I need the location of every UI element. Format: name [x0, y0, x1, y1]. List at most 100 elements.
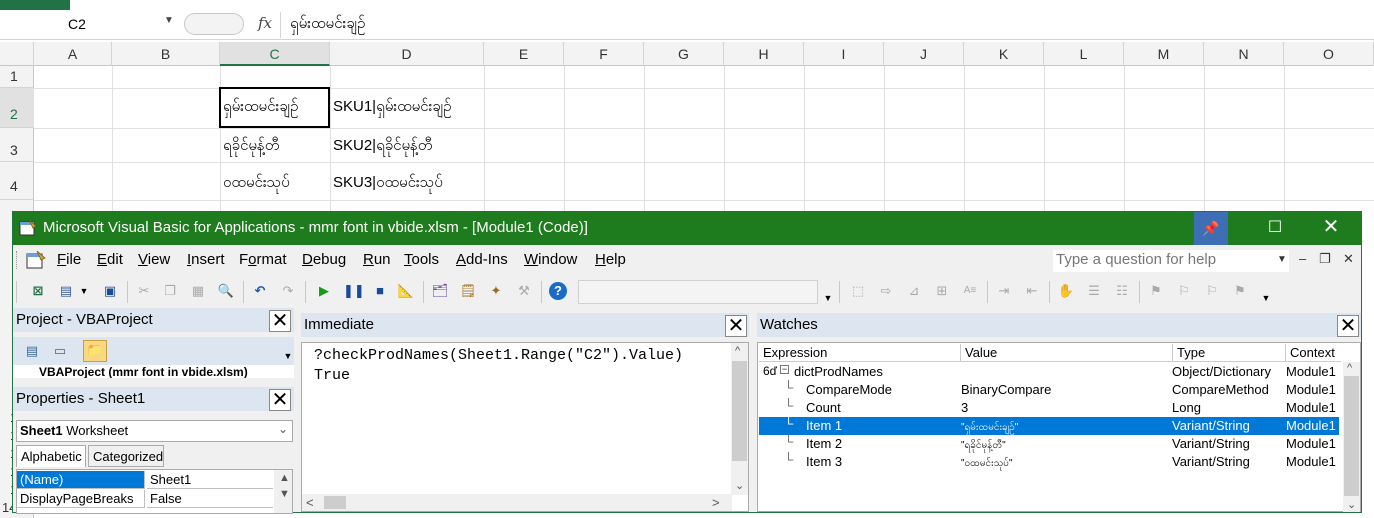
menu-run[interactable]: Run: [363, 251, 391, 268]
column-type[interactable]: Type: [1173, 344, 1286, 362]
watch-row[interactable]: └ Item 3 "ဝထမင်းသုပ်" Variant/String Mod…: [759, 452, 1339, 471]
quick-info-icon[interactable]: ⊿: [905, 282, 923, 300]
column-context[interactable]: Context: [1286, 344, 1346, 362]
formula-input[interactable]: ရှမ်းထမင်းချဉ်: [290, 14, 365, 36]
watches-vscrollbar[interactable]: ^ ⌄: [1343, 362, 1360, 512]
watch-row[interactable]: 6ď − dictProdNames Object/Dictionary Mod…: [759, 363, 1339, 381]
column-header[interactable]: A: [34, 42, 112, 66]
tab-categorized[interactable]: Categorized: [88, 445, 164, 467]
scroll-down-icon[interactable]: ⌄: [735, 479, 744, 492]
cell-c3[interactable]: ရခိုင်မုန့်တီ: [223, 136, 279, 158]
scroll-up-icon[interactable]: ▲: [279, 472, 290, 484]
uncomment-block-icon[interactable]: ☷: [1113, 282, 1131, 300]
column-header[interactable]: B: [112, 42, 220, 66]
tab-alphabetic[interactable]: Alphabetic: [16, 445, 86, 467]
column-header[interactable]: I: [804, 42, 884, 66]
toolbar-grip[interactable]: [16, 281, 17, 303]
mdi-restore-icon[interactable]: ❐: [1319, 251, 1331, 267]
close-button[interactable]: ✕: [1309, 212, 1353, 245]
column-value[interactable]: Value: [961, 344, 1173, 362]
column-header[interactable]: F: [564, 42, 644, 66]
find-icon[interactable]: 🔍: [217, 282, 235, 300]
menu-add-ins[interactable]: Add-Ins: [456, 251, 508, 268]
project-tree-item[interactable]: VBAProject (mmr font in vbide.xlsm): [39, 365, 248, 378]
watch-row[interactable]: └ Item 2 "ရခိုင်မုန့်တီ" Variant/String …: [759, 434, 1339, 453]
paste-icon[interactable]: ▦: [189, 282, 207, 300]
view-object-icon[interactable]: ▭: [51, 342, 69, 360]
menu-insert[interactable]: Insert: [187, 251, 225, 268]
cell-c4[interactable]: ဝထမင်းသုပ်: [223, 173, 290, 195]
help-search-input[interactable]: Type a question for help: [1053, 250, 1289, 272]
property-row[interactable]: (Name) Sheet1: [17, 471, 273, 489]
column-expression[interactable]: Expression: [759, 344, 961, 362]
immediate-hscrollbar[interactable]: < >: [302, 494, 732, 511]
copy-icon[interactable]: ❐: [161, 282, 179, 300]
maximize-button[interactable]: ☐: [1253, 212, 1297, 245]
toolbar-overflow-icon[interactable]: ▼: [1257, 289, 1275, 307]
run-icon[interactable]: ▶: [315, 282, 333, 300]
column-header[interactable]: D: [330, 42, 484, 66]
comment-block-icon[interactable]: ☰: [1085, 282, 1103, 300]
menu-view[interactable]: View: [138, 251, 170, 268]
column-header[interactable]: K: [964, 42, 1044, 66]
column-header[interactable]: M: [1124, 42, 1204, 66]
object-browser-icon[interactable]: ✦: [487, 282, 505, 300]
redo-icon[interactable]: ↷: [279, 282, 297, 300]
column-header[interactable]: E: [484, 42, 564, 66]
property-value[interactable]: False: [147, 490, 273, 508]
column-header[interactable]: H: [724, 42, 804, 66]
menu-edit[interactable]: Edit: [97, 251, 123, 268]
object-selector[interactable]: Sheet1 Worksheet ⌄: [16, 420, 293, 442]
collapse-icon[interactable]: −: [780, 365, 789, 374]
row-header[interactable]: 2: [0, 88, 34, 128]
toggle-breakpoint-icon[interactable]: ✋: [1057, 282, 1075, 300]
break-icon[interactable]: ❚❚: [343, 282, 365, 300]
column-header[interactable]: N: [1204, 42, 1284, 66]
toggle-folders-icon[interactable]: 📁: [83, 340, 107, 362]
menu-window[interactable]: Window: [524, 251, 577, 268]
cell-d3[interactable]: SKU2|ရခိုင်မုန့်တီ: [333, 136, 432, 158]
list-constants-icon[interactable]: ⇨: [877, 282, 895, 300]
view-excel-icon[interactable]: ⊠: [29, 282, 47, 300]
scroll-down-icon[interactable]: ▼: [279, 488, 290, 500]
name-box[interactable]: C2: [4, 14, 180, 36]
row-header[interactable]: 4: [0, 162, 34, 200]
help-dropdown-icon[interactable]: ▼: [1277, 254, 1287, 265]
toolbar-overflow-icon[interactable]: ▼: [819, 289, 837, 307]
watches-close-icon[interactable]: ✕: [1337, 315, 1359, 337]
mdi-close-icon[interactable]: ✕: [1343, 251, 1354, 267]
column-header[interactable]: L: [1044, 42, 1124, 66]
watch-row[interactable]: └ CompareMode BinaryCompare CompareMetho…: [759, 380, 1339, 399]
immediate-editor[interactable]: ?checkProdNames(Sheet1.Range("C2").Value…: [301, 342, 749, 512]
scroll-left-icon[interactable]: <: [306, 495, 314, 510]
column-header[interactable]: C: [220, 42, 330, 66]
property-value[interactable]: Sheet1: [147, 471, 273, 489]
mdi-minimize-icon[interactable]: –: [1299, 251, 1306, 266]
immediate-vscrollbar[interactable]: ^ ⌄: [731, 343, 748, 495]
column-header[interactable]: J: [884, 42, 964, 66]
outdent-icon[interactable]: ⇤: [1023, 282, 1041, 300]
column-header[interactable]: G: [644, 42, 724, 66]
watch-row[interactable]: └ Count 3 Long Module1: [759, 398, 1339, 417]
list-properties-icon[interactable]: ⬚: [849, 282, 867, 300]
parameter-info-icon[interactable]: ⊞: [933, 282, 951, 300]
view-code-icon[interactable]: ▤: [23, 342, 41, 360]
previous-bookmark-icon[interactable]: ⚐: [1203, 282, 1221, 300]
project-explorer-icon[interactable]: 🗂: [431, 282, 449, 300]
next-bookmark-icon[interactable]: ⚐: [1175, 282, 1193, 300]
properties-close-icon[interactable]: ✕: [269, 389, 291, 411]
clear-bookmarks-icon[interactable]: ⚑: [1231, 282, 1249, 300]
row-header[interactable]: 3: [0, 128, 34, 162]
cell-d4[interactable]: SKU3|ဝထမင်းသုပ်: [333, 173, 443, 195]
project-scroll-down-icon[interactable]: ▼: [279, 347, 297, 365]
design-mode-icon[interactable]: 📐: [397, 282, 415, 300]
menu-help[interactable]: Help: [595, 251, 626, 268]
menu-tools[interactable]: Tools: [404, 251, 439, 268]
cut-icon[interactable]: ✂: [135, 282, 153, 300]
select-all-corner[interactable]: [0, 42, 34, 66]
reset-icon[interactable]: ■: [371, 282, 389, 300]
scroll-thumb[interactable]: [732, 361, 747, 461]
insert-dropdown-icon[interactable]: ▼: [75, 282, 93, 300]
project-tree[interactable]: VBAProject (mmr font in vbide.xlsm): [13, 365, 294, 378]
undo-icon[interactable]: ↶: [251, 282, 269, 300]
